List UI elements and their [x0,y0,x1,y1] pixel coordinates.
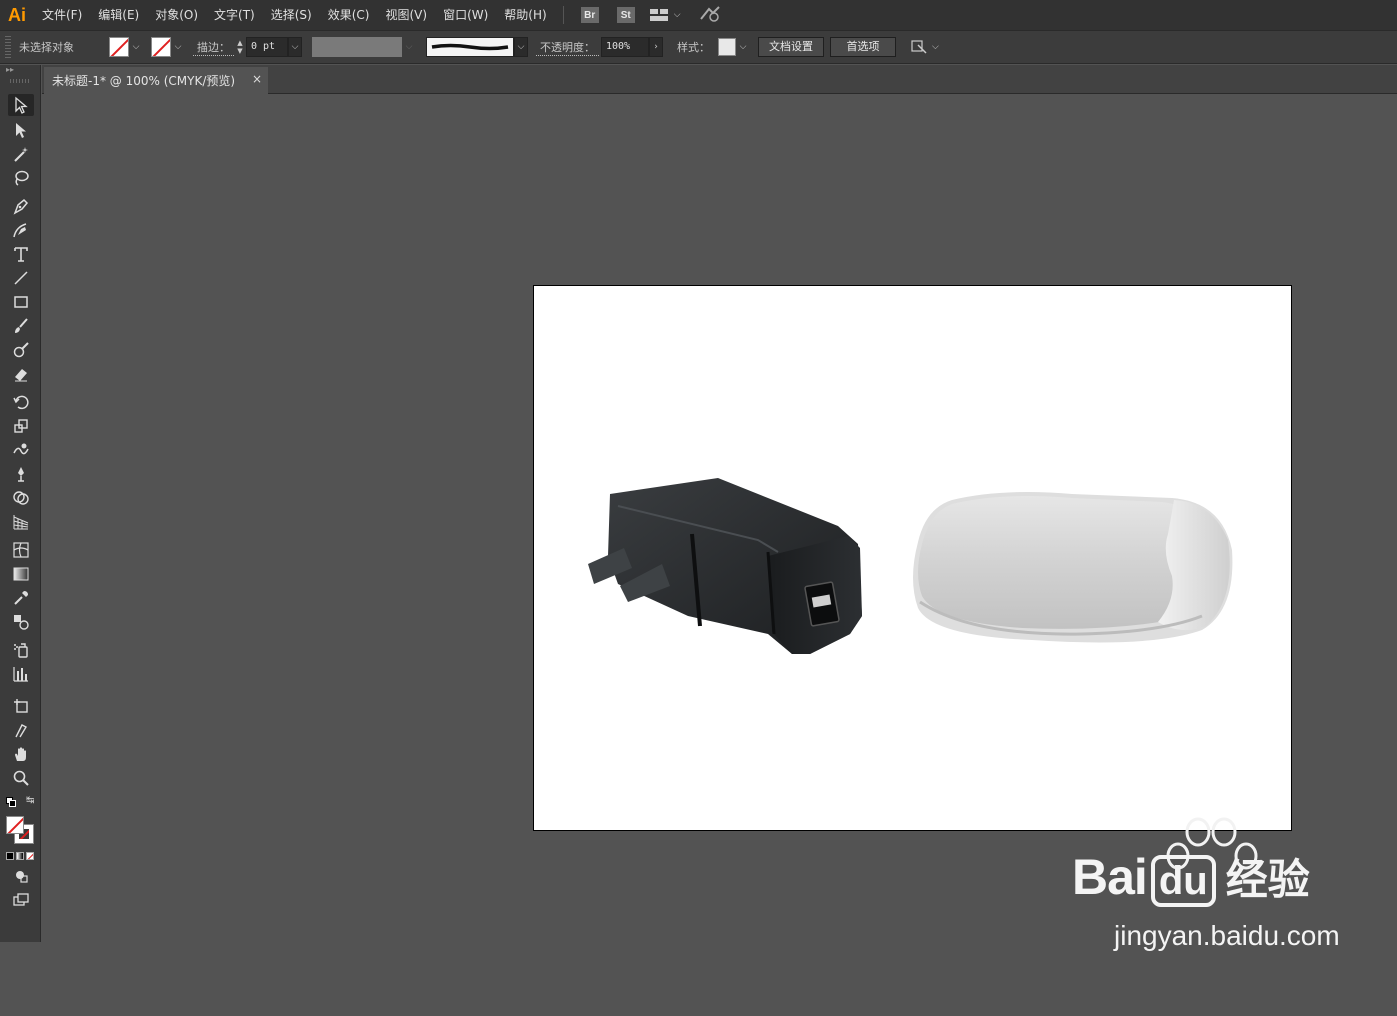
eraser-tool-icon[interactable] [8,363,34,385]
control-bar: 未选择对象 ⌵ ⌵ 描边： ▲ ▼ 0 pt ⌵ ⌵ ⌵ 不透明度： 100% ›… [0,30,1397,64]
shape-builder-tool-icon[interactable] [8,487,34,509]
rectangle-tool-icon[interactable] [8,291,34,313]
lasso-tool-icon[interactable] [8,167,34,189]
curvature-tool-icon[interactable] [8,219,34,241]
menu-window[interactable]: 窗口(W) [435,0,496,30]
preferences-button[interactable]: 首选项 [830,37,896,57]
chevron-down-icon: ⌵ [673,10,681,20]
none-icon[interactable] [26,852,34,860]
perspective-grid-tool-icon[interactable] [8,511,34,533]
panel-collapse-icon[interactable]: ▸▸ [0,65,40,79]
gpu-performance-icon[interactable] [699,5,721,26]
panel-grip[interactable] [10,79,30,83]
stroke-weight-input[interactable]: 0 pt [246,37,288,57]
workspace-layout-icon [649,9,668,21]
opacity-expand-icon[interactable]: › [649,37,663,57]
watermark-url: jingyan.baidu.com [1114,920,1340,951]
stroke-label[interactable]: 描边： [193,39,234,56]
tools-panel: ▸▸ ↹ [0,65,41,942]
bridge-button[interactable]: Br [580,7,599,23]
warp-tool-icon[interactable] [8,439,34,461]
artboard-tool-icon[interactable] [8,695,34,717]
style-label: 样式： [677,41,710,54]
selection-tool-icon[interactable] [8,94,34,116]
mesh-tool-icon[interactable] [8,539,34,561]
selection-status: 未选择对象 [19,41,74,54]
swap-fill-stroke-icon[interactable]: ↹ [26,795,34,806]
watermark-brand-du: du [1150,855,1216,907]
artboard[interactable] [533,285,1292,831]
default-fill-stroke-icon[interactable] [6,797,16,807]
menu-divider [562,6,564,24]
column-graph-tool-icon[interactable] [8,663,34,685]
menu-effect[interactable]: 效果(C) [320,0,378,30]
document-setup-button[interactable]: 文档设置 [758,37,824,57]
menu-select[interactable]: 选择(S) [263,0,320,30]
stroke-stepper-icon[interactable]: ▲ ▼ [234,37,246,57]
arrange-documents-icon[interactable]: ⌵ [910,39,939,55]
app-logo: Ai [8,4,26,25]
brush-definition[interactable] [426,37,514,57]
menu-file[interactable]: 文件(F) [34,0,90,30]
document-tab-title: 未标题-1* @ 100% (CMYK/预览) [52,74,236,88]
brush-dropdown-icon[interactable]: ⌵ [514,37,528,57]
document-tab-strip: 未标题-1* @ 100% (CMYK/预览) × [42,65,1397,94]
workspace-switcher[interactable]: ⌵ [649,9,681,21]
screen-mode-icon[interactable] [8,889,34,911]
opacity-label[interactable]: 不透明度： [536,39,599,56]
direct-selection-tool-icon[interactable] [8,119,34,141]
color-icon[interactable] [6,852,14,860]
drawing-modes-icon[interactable] [8,865,34,887]
gradient-tool-icon[interactable] [8,563,34,585]
color-mode-buttons [6,852,34,860]
menu-view[interactable]: 视图(V) [377,0,435,30]
menu-type[interactable]: 文字(T) [206,0,263,30]
menu-edit[interactable]: 编辑(E) [90,0,147,30]
variable-width-profile[interactable] [312,37,402,57]
hand-tool-icon[interactable] [8,743,34,765]
fill-color-box[interactable] [6,816,24,834]
menu-object[interactable]: 对象(O) [147,0,206,30]
menu-help[interactable]: 帮助(H) [496,0,554,30]
shaper-tool-icon[interactable] [8,339,34,361]
close-icon[interactable]: × [252,72,262,86]
scale-tool-icon[interactable] [8,415,34,437]
control-bar-grip[interactable] [5,36,11,58]
watermark-jingyan: 经验 [1225,855,1310,904]
stroke-swatch[interactable] [151,37,171,57]
stroke-weight-dropdown-icon[interactable]: ⌵ [288,37,302,57]
fill-swatch[interactable] [109,37,129,57]
menu-bar: Ai 文件(F) 编辑(E) 对象(O) 文字(T) 选择(S) 效果(C) 视… [0,0,1397,30]
watermark-brand: Bai [1072,849,1148,905]
power-bank-image[interactable] [912,490,1236,646]
canvas-area[interactable]: Bai du 经验 jingyan.baidu.com [42,94,1397,951]
blend-tool-icon[interactable] [8,611,34,633]
gradient-icon[interactable] [16,852,24,860]
brush-stroke-icon [431,43,509,51]
charger-image[interactable] [588,476,882,658]
type-tool-icon[interactable] [8,243,34,265]
style-dropdown-icon[interactable]: ⌵ [736,37,750,57]
graphic-style-swatch[interactable] [718,38,736,56]
profile-dropdown-icon[interactable]: ⌵ [402,37,416,57]
stroke-dropdown-icon[interactable]: ⌵ [171,37,185,57]
puppet-warp-tool-icon[interactable] [8,463,34,485]
stock-button[interactable]: St [616,7,635,23]
fill-dropdown-icon[interactable]: ⌵ [129,37,143,57]
pen-tool-icon[interactable] [8,195,34,217]
rotate-tool-icon[interactable] [8,391,34,413]
paintbrush-tool-icon[interactable] [8,315,34,337]
eyedropper-tool-icon[interactable] [8,587,34,609]
line-tool-icon[interactable] [8,267,34,289]
opacity-input[interactable]: 100% [601,37,649,57]
zoom-tool-icon[interactable] [8,767,34,789]
baidu-watermark: Bai du 经验 jingyan.baidu.com [1072,816,1392,1016]
slice-tool-icon[interactable] [8,719,34,741]
symbol-sprayer-tool-icon[interactable] [8,639,34,661]
magic-wand-tool-icon[interactable] [8,143,34,165]
tab-document[interactable]: 未标题-1* @ 100% (CMYK/预览) × [44,67,268,94]
